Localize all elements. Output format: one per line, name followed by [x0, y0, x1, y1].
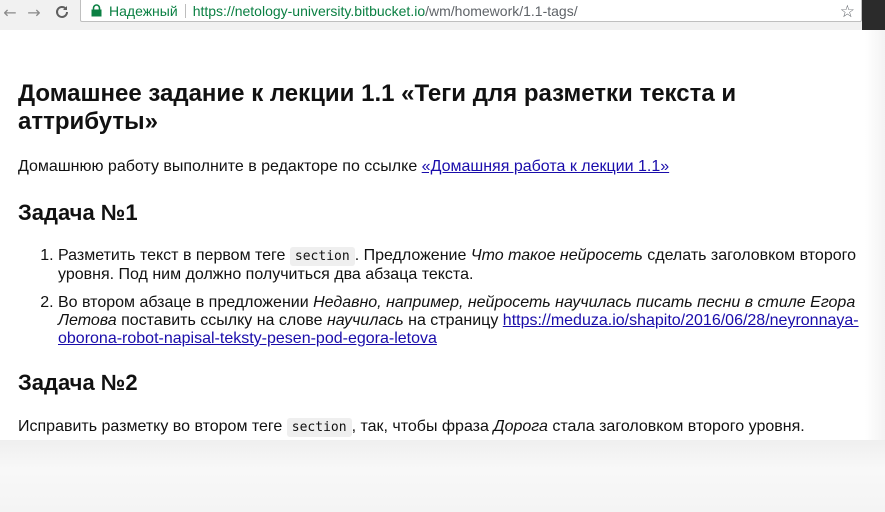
task1-item-1: Разметить текст в первом теге section. П… — [58, 247, 865, 284]
omnibox-separator — [184, 3, 186, 18]
star-icon[interactable]: ☆ — [840, 2, 855, 22]
scrollbar-area[interactable] — [865, 30, 885, 440]
lock-icon — [89, 4, 103, 18]
task2-text-b: , так, чтобы фраза — [351, 418, 494, 435]
task1-item2-text-c: на страницу — [403, 312, 503, 329]
toolbar-edge — [862, 0, 885, 30]
address-bar[interactable]: Надежный https://netology-university.bit… — [80, 0, 862, 22]
desktop-background — [0, 440, 885, 512]
back-icon[interactable]: ← — [0, 0, 20, 24]
task1-item1-emphasis: Что такое нейросеть — [470, 247, 643, 264]
reload-icon[interactable] — [52, 0, 72, 24]
intro-paragraph: Домашнюю работу выполните в редакторе по… — [18, 157, 669, 177]
homework-link[interactable]: «Домашняя работа к лекции 1.1» — [422, 158, 669, 175]
url-path: /wm/homework/1.1-tags/ — [425, 2, 578, 19]
task1-list: Разметить текст в первом теге section. П… — [18, 247, 865, 358]
task1-item1-text-a: Разметить текст в первом теге — [58, 247, 290, 264]
task1-item2-text-a: Во втором абзаце в предложении — [58, 294, 314, 311]
section-code-2: section — [286, 418, 352, 437]
task2-text-c: стала заголовком второго уровня. — [547, 418, 805, 435]
task1-item1-text-b: . Предложение — [354, 247, 471, 264]
intro-text: Домашнюю работу выполните в редакторе по… — [18, 158, 422, 175]
task1-item2-emphasis-2: научилась — [326, 312, 404, 329]
task2-emphasis: Дорога — [493, 418, 548, 435]
page-content: Домашнее задание к лекции 1.1 «Теги для … — [0, 30, 865, 440]
task1-heading: Задача №1 — [18, 200, 138, 225]
secure-label: Надежный — [109, 2, 178, 19]
task1-item2-text-b: поставить ссылку на слове — [116, 312, 327, 329]
forward-icon[interactable]: → — [24, 0, 44, 24]
browser-toolbar: ← → Надежный https://netology-university… — [0, 0, 885, 31]
task2-heading: Задача №2 — [18, 370, 138, 395]
page-title: Домашнее задание к лекции 1.1 «Теги для … — [18, 80, 737, 135]
task2-paragraph: Исправить разметку во втором теге sectio… — [18, 417, 805, 438]
url-host: https://netology-university.bitbucket.io — [192, 2, 426, 19]
section-code: section — [289, 247, 355, 266]
task1-item-2: Во втором абзаце в предложении Недавно, … — [58, 294, 865, 348]
task2-text-a: Исправить разметку во втором теге — [18, 418, 287, 435]
